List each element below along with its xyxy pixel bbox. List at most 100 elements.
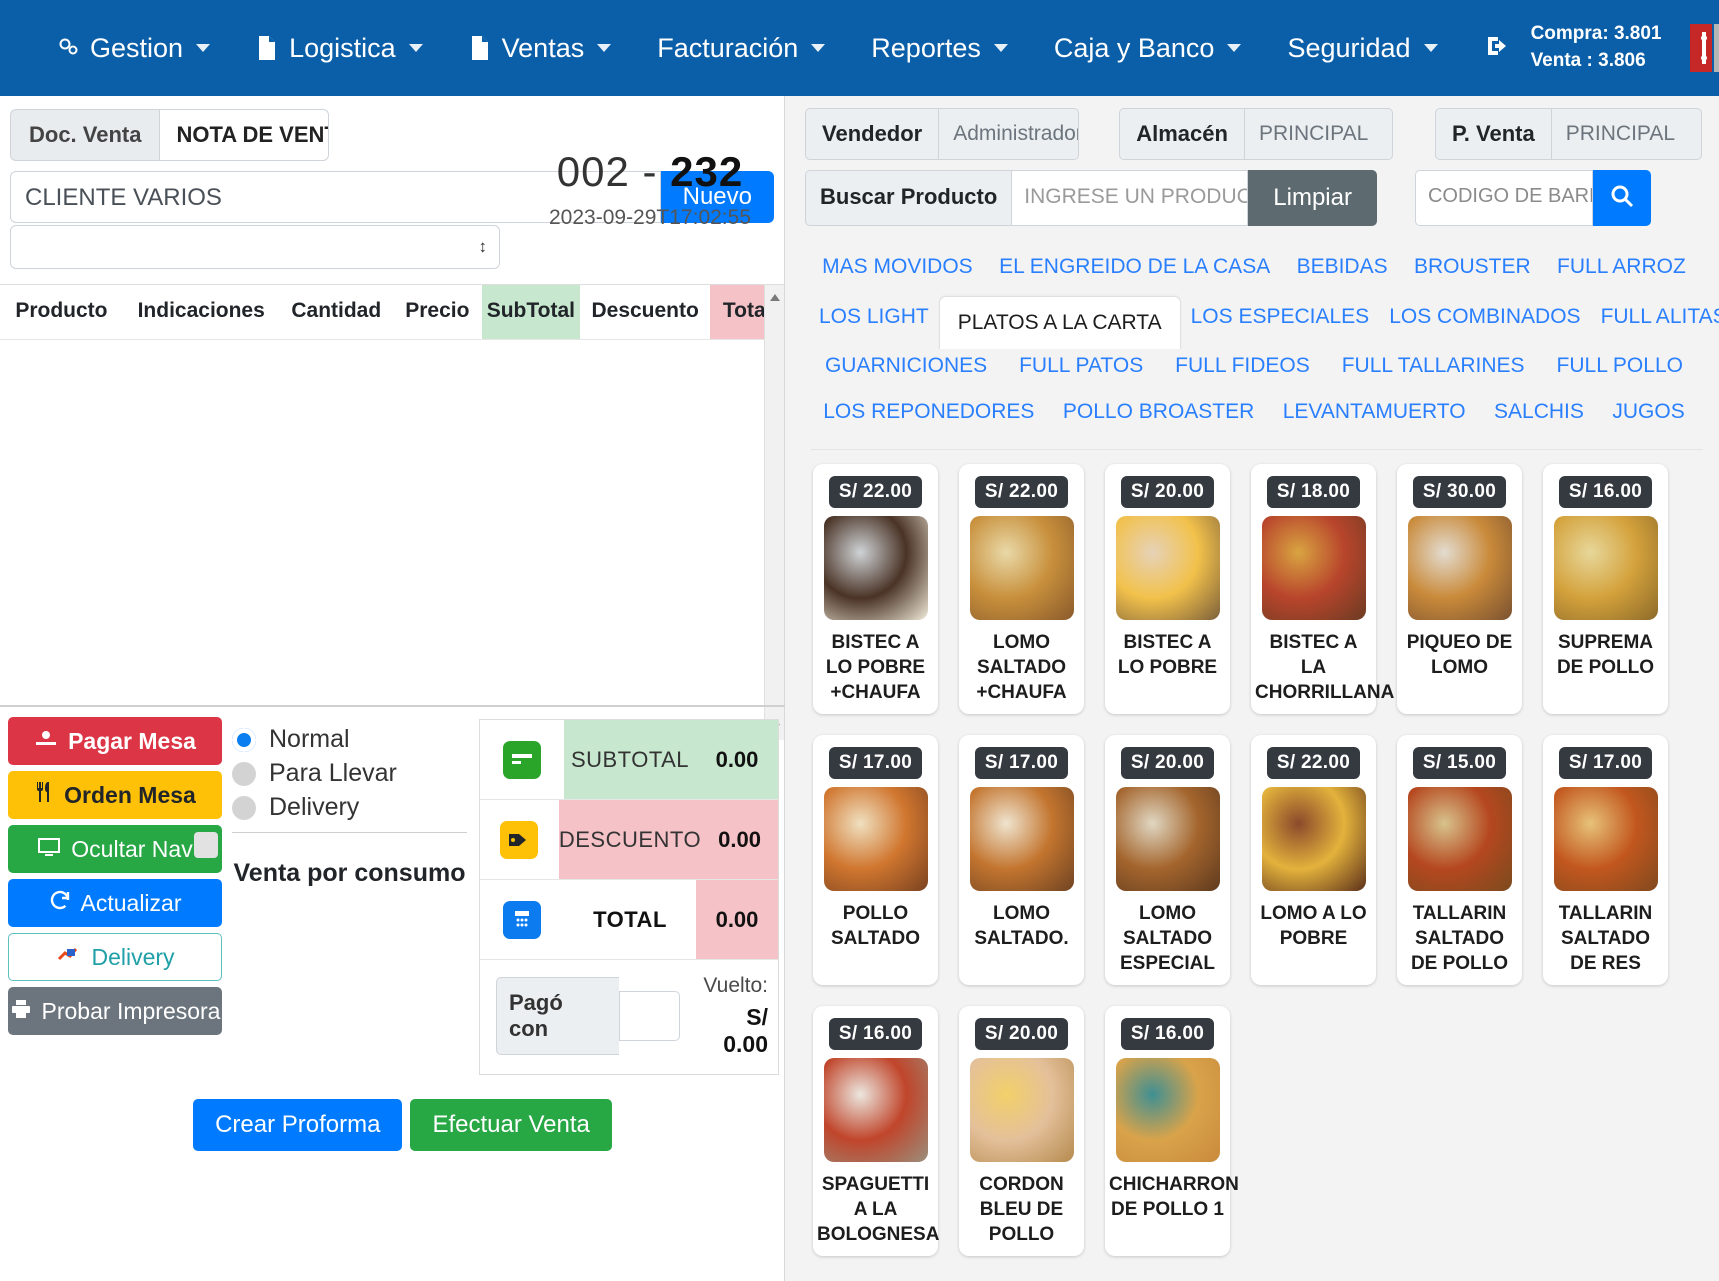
- product-name: LOMO SALTADO +CHAUFA: [976, 632, 1067, 704]
- barcode-input[interactable]: CODIGO DE BARRAS: [1414, 170, 1593, 226]
- nav-label: Seguridad: [1287, 32, 1411, 63]
- radio-icon[interactable]: [232, 727, 256, 752]
- sale-panel: Doc. Venta NOTA DE VENTA CLIENTE VARIOS …: [0, 96, 785, 1281]
- category-full-pollo[interactable]: FULL POLLO: [1547, 345, 1693, 387]
- product-price: S/ 22.00: [828, 476, 923, 508]
- total-row: TOTAL 0.00: [480, 880, 778, 960]
- ocultar-nav-button[interactable]: Ocultar Nav: [8, 825, 222, 873]
- punto-venta-select[interactable]: PRINCIPAL: [1551, 108, 1702, 160]
- updown-icon: ↕: [478, 237, 488, 256]
- category-brouster[interactable]: BROUSTER: [1404, 246, 1541, 288]
- category-los-combinados[interactable]: LOS COMBINADOS: [1379, 296, 1590, 338]
- probar-impresora-button[interactable]: Probar Impresora: [8, 987, 222, 1035]
- product-card[interactable]: S/ 20.00 CORDON BLEU DE POLLO: [959, 1006, 1084, 1256]
- product-name: TALLARIN SALTADO DE POLLO: [1410, 903, 1509, 975]
- client-select[interactable]: ↕: [10, 225, 500, 269]
- card-icon: [480, 720, 564, 799]
- sale-type-para-llevar[interactable]: Para Llevar: [232, 759, 467, 788]
- product-card[interactable]: S/ 20.00 LOMO SALTADO ESPECIAL: [1105, 735, 1230, 985]
- category-pollo-broaster[interactable]: POLLO BROASTER: [1053, 391, 1264, 433]
- product-price: S/ 16.00: [828, 1018, 923, 1050]
- nav-item-gestion[interactable]: Gestion: [34, 33, 233, 64]
- category-full-tallarines[interactable]: FULL TALLARINES: [1332, 345, 1535, 387]
- category-full-patos[interactable]: FULL PATOS: [1009, 345, 1153, 387]
- product-price: S/ 15.00: [1412, 747, 1507, 779]
- product-card[interactable]: S/ 15.00 TALLARIN SALTADO DE POLLO: [1397, 735, 1522, 985]
- category-salchis[interactable]: SALCHIS: [1484, 391, 1594, 433]
- product-name: BISTEC A LO POBRE: [1117, 632, 1218, 679]
- product-card[interactable]: S/ 17.00 LOMO SALTADO.: [959, 735, 1084, 985]
- ticket-serie: 002: [556, 148, 630, 195]
- category-full-arroz[interactable]: FULL ARROZ: [1547, 246, 1696, 288]
- logout-button[interactable]: [1461, 33, 1525, 64]
- nav-item-caja-y-banco[interactable]: Caja y Banco: [1031, 33, 1265, 64]
- doc-venta-select[interactable]: NOTA DE VENTA: [159, 109, 330, 161]
- efectuar-venta-button[interactable]: Efectuar Venta: [410, 1099, 612, 1151]
- category-mas-movidos[interactable]: MAS MOVIDOS: [812, 246, 983, 288]
- product-name: POLLO SALTADO: [830, 903, 920, 950]
- sale-type-label: Para Llevar: [269, 759, 397, 787]
- vuelto-value: S/ 0.00: [723, 1004, 769, 1057]
- nav-toggle-knob[interactable]: [194, 832, 218, 858]
- category-bebidas[interactable]: BEBIDAS: [1287, 246, 1398, 288]
- limpiar-button[interactable]: Limpiar: [1248, 170, 1377, 226]
- sale-type-delivery[interactable]: Delivery: [232, 793, 467, 822]
- barcode-search-button[interactable]: [1592, 170, 1651, 226]
- radio-icon[interactable]: [232, 795, 256, 820]
- product-card[interactable]: S/ 22.00 BISTEC A LO POBRE +CHAUFA: [813, 464, 938, 714]
- product-card[interactable]: S/ 20.00 BISTEC A LO POBRE: [1105, 464, 1230, 714]
- product-card[interactable]: S/ 17.00 POLLO SALTADO: [813, 735, 938, 985]
- nav-item-ventas[interactable]: Ventas: [446, 33, 635, 64]
- category-el-engreido-de-la-casa[interactable]: EL ENGREIDO DE LA CASA: [989, 246, 1280, 288]
- category-los-especiales[interactable]: LOS ESPECIALES: [1181, 296, 1380, 338]
- product-card[interactable]: S/ 22.00 LOMO A LO POBRE: [1251, 735, 1376, 985]
- product-price: S/ 16.00: [1120, 1018, 1215, 1050]
- almacen-group: Almacén PRINCIPAL: [1119, 108, 1393, 160]
- almacen-select[interactable]: PRINCIPAL: [1244, 108, 1393, 160]
- product-price: S/ 22.00: [1266, 747, 1361, 779]
- product-card[interactable]: S/ 16.00 SUPREMA DE POLLO: [1543, 464, 1668, 714]
- search-input[interactable]: INGRESE UN PRODUCTO: [1012, 170, 1249, 226]
- pagar-mesa-button[interactable]: Pagar Mesa: [8, 717, 222, 765]
- monitor-icon: [37, 836, 61, 863]
- crear-proforma-button[interactable]: Crear Proforma: [193, 1099, 403, 1151]
- product-card[interactable]: S/ 17.00 TALLARIN SALTADO DE RES: [1543, 735, 1668, 985]
- pago-con-input[interactable]: [618, 991, 681, 1041]
- delivery-button[interactable]: Delivery: [8, 933, 222, 981]
- product-card[interactable]: S/ 16.00 SPAGUETTI A LA BOLOGNESA: [813, 1006, 939, 1256]
- scroll-up-icon[interactable]: [770, 294, 780, 301]
- product-card[interactable]: S/ 22.00 LOMO SALTADO +CHAUFA: [959, 464, 1084, 714]
- chevron-down-icon: [1423, 44, 1438, 52]
- actualizar-label: Actualizar: [80, 889, 182, 916]
- product-card[interactable]: S/ 18.00 BISTEC A LA CHORRILLANA: [1251, 464, 1394, 714]
- product-card[interactable]: S/ 30.00 PIQUEO DE LOMO: [1397, 464, 1522, 714]
- category-platos-a-la-carta[interactable]: PLATOS A LA CARTA: [938, 296, 1181, 349]
- category-full-fideos[interactable]: FULL FIDEOS: [1165, 345, 1320, 387]
- category-guarniciones[interactable]: GUARNICIONES: [815, 345, 997, 387]
- category-los-reponedores[interactable]: LOS REPONEDORES: [813, 391, 1044, 433]
- nav-label: Facturación: [657, 32, 799, 63]
- nav-item-logistica[interactable]: Logistica: [233, 33, 446, 64]
- product-card[interactable]: S/ 16.00 CHICHARRON DE POLLO 1: [1105, 1006, 1239, 1256]
- nav-item-facturacion[interactable]: Facturación: [634, 33, 848, 64]
- doc-venta-label: Doc. Venta: [10, 109, 160, 161]
- sale-type-normal[interactable]: Normal: [232, 725, 467, 754]
- col-cantidad: Cantidad: [291, 299, 382, 322]
- radio-icon[interactable]: [232, 761, 256, 786]
- category-full-alitas[interactable]: FULL ALITAS: [1591, 296, 1719, 338]
- orden-mesa-button[interactable]: Orden Mesa: [8, 771, 222, 819]
- file-icon: [256, 35, 280, 61]
- category-jugos[interactable]: JUGOS: [1602, 391, 1694, 433]
- vendedor-select[interactable]: Administrador: [939, 108, 1080, 160]
- nav-item-seguridad[interactable]: Seguridad: [1264, 33, 1460, 64]
- product-name: BISTEC A LO POBRE +CHAUFA: [825, 632, 926, 704]
- actualizar-button[interactable]: Actualizar: [8, 879, 222, 927]
- nav-label: Gestion: [90, 32, 184, 63]
- ticket-date: 2023-09-29T17:02:55: [549, 206, 751, 229]
- category-levantamuerto[interactable]: LEVANTAMUERTO: [1273, 391, 1476, 433]
- nav-item-reportes[interactable]: Reportes: [848, 33, 1031, 64]
- refresh-icon: [49, 889, 71, 917]
- category-los-light[interactable]: LOS LIGHT: [809, 296, 939, 338]
- items-table-scrollbar[interactable]: [764, 285, 784, 740]
- product-image: [823, 787, 928, 891]
